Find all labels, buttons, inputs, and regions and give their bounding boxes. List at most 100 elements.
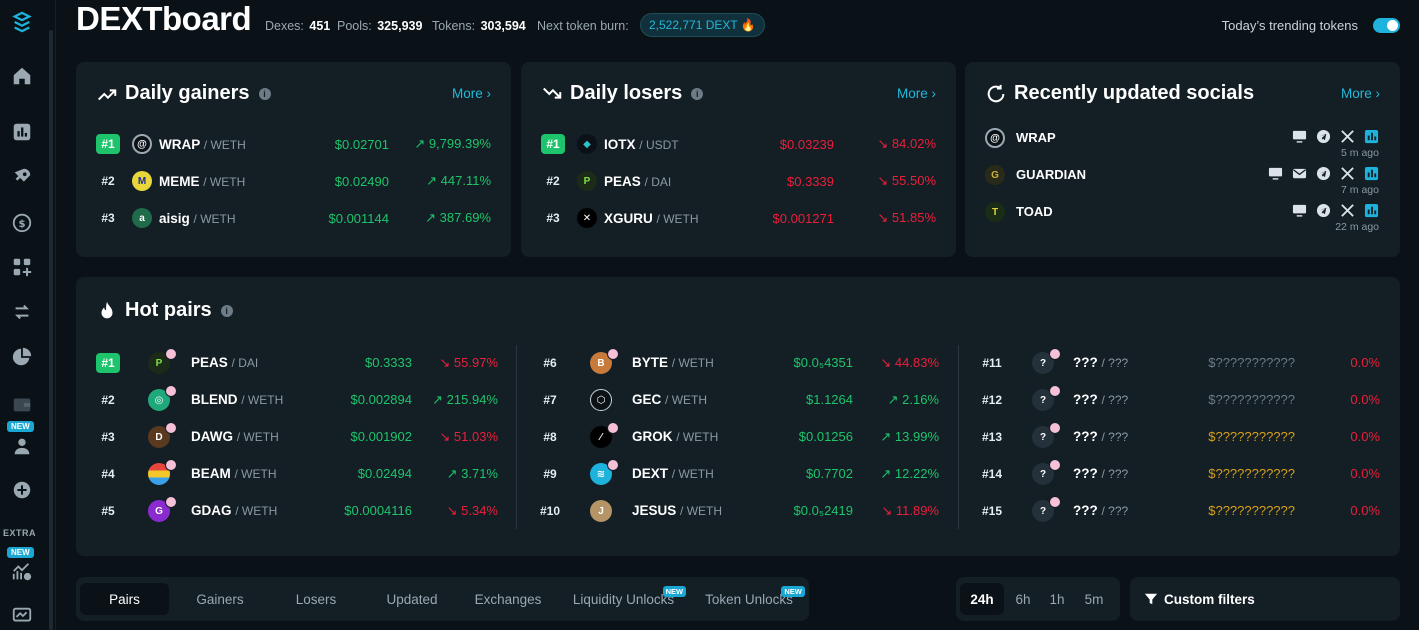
pie-chart-icon[interactable] <box>10 345 34 369</box>
loser-row[interactable]: #2 P PEAS / DAI $0.3339 ↘ 55.50% <box>541 169 936 193</box>
hot-pair-row[interactable]: #15 ? ??? / ??? $??????????? 0.0% <box>980 496 1380 523</box>
gainers-more-link[interactable]: More › <box>452 86 491 101</box>
hot-pair-row[interactable]: #1 P PEAS / DAI $0.3333 ↘ 55.97% <box>96 348 498 375</box>
telegram-icon[interactable] <box>1315 165 1331 181</box>
burn-pill[interactable]: 2,522,771 DEXT 🔥 <box>640 13 765 37</box>
hot-pair-row[interactable]: #7 ⬡ GEC / WETH $1.1264 ↗ 2.16% <box>538 388 939 412</box>
hot-pair-row[interactable]: #3 D DAWG / WETH $0.001902 ↘ 51.03% <box>96 422 498 449</box>
token-name: aisig / WETH <box>159 210 236 226</box>
tab-token-unlocks[interactable]: Token Unlocks NEW <box>699 583 805 615</box>
loser-row[interactable]: #3 ✕ XGURU / WETH $0.001271 ↘ 51.85% <box>541 206 936 230</box>
dextools-chart-icon[interactable] <box>1363 128 1379 144</box>
info-icon[interactable]: i <box>691 87 704 100</box>
telegram-icon[interactable] <box>1315 128 1331 144</box>
iotx-token-icon: ◆ <box>577 134 597 154</box>
token-change: 0.0% <box>1350 466 1380 481</box>
dextools-chart-icon[interactable] <box>1363 165 1379 181</box>
dollar-timer-icon[interactable]: $ <box>10 210 34 234</box>
tab-pairs[interactable]: Pairs <box>80 583 169 615</box>
hot-pair-row[interactable]: #8 ⁄ GROK / WETH $0.01256 ↗ 13.99% <box>538 422 939 449</box>
token-change: ↘ 84.02% <box>877 136 936 151</box>
token-name: DAWG / WETH <box>191 429 279 444</box>
hot-pair-row[interactable]: #10 J JESUS / WETH $0.0₅2419 ↘ 11.89% <box>538 499 939 523</box>
tab-exchanges[interactable]: Exchanges <box>462 583 554 615</box>
hot-pair-row[interactable]: #14 ? ??? / ??? $??????????? 0.0% <box>980 459 1380 486</box>
hot-pair-row[interactable]: #4 BEAM / WETH $0.02494 ↗ 3.71% <box>96 459 498 486</box>
dextools-chart-icon[interactable] <box>1363 202 1379 218</box>
swap-icon[interactable] <box>10 300 34 324</box>
tab-gainers[interactable]: Gainers <box>176 583 264 615</box>
trending-toggle[interactable] <box>1373 18 1400 33</box>
gainer-row[interactable]: #2 M MEME / WETH $0.02490 ↗ 447.11% <box>96 169 491 193</box>
hot-pair-row[interactable]: #11 ? ??? / ??? $??????????? 0.0% <box>980 348 1380 375</box>
sidebar-scrollbar[interactable] <box>49 30 53 630</box>
rank-label: #3 <box>101 430 115 444</box>
hot-pairs-title: Hot pairs <box>125 299 212 321</box>
custom-filters-button[interactable]: Custom filters <box>1130 577 1400 621</box>
tab-losers[interactable]: Losers <box>272 583 360 615</box>
add-circle-icon[interactable] <box>10 478 34 502</box>
website-icon[interactable] <box>1291 128 1307 144</box>
token-change: ↗ 12.22% <box>880 466 939 481</box>
social-row[interactable]: G GUARDIAN 7 m ago <box>985 163 1379 196</box>
social-row[interactable]: T TOAD 22 m ago <box>985 200 1379 233</box>
hot-pair-row[interactable]: #6 B BYTE / WETH $0.0₅4351 ↘ 44.83% <box>538 348 939 375</box>
dextools-logo-icon[interactable] <box>10 10 34 34</box>
user-icon[interactable] <box>10 434 34 458</box>
wallet-icon[interactable] <box>10 392 34 416</box>
token-name: BLEND / WETH <box>191 392 284 407</box>
loser-row[interactable]: #1 ◆ IOTX / USDT $0.03239 ↘ 84.02% <box>541 132 936 156</box>
info-icon[interactable]: i <box>220 304 233 317</box>
token-price: $??????????? <box>1208 392 1295 407</box>
filter-icon <box>1144 593 1158 605</box>
hot-pair-row[interactable]: #13 ? ??? / ??? $??????????? 0.0% <box>980 422 1380 449</box>
wrap-token-icon: @ <box>985 128 1005 148</box>
gainer-row[interactable]: #3 a aisig / WETH $0.001144 ↗ 387.69% <box>96 206 491 230</box>
info-icon[interactable]: i <box>258 87 271 100</box>
email-icon[interactable] <box>1291 165 1307 181</box>
telegram-icon[interactable] <box>1315 202 1331 218</box>
timeframe-24h[interactable]: 24h <box>960 583 1004 615</box>
home-icon[interactable] <box>10 64 34 88</box>
website-icon[interactable] <box>1267 165 1283 181</box>
token-change: ↗ 215.94% <box>432 392 498 407</box>
hot-pair-row[interactable]: #5 G GDAG / WETH $0.0004116 ↘ 5.34% <box>96 496 498 523</box>
burn-stat-label: Next token burn: <box>537 19 629 33</box>
social-row[interactable]: @ WRAP 5 m ago <box>985 126 1379 159</box>
token-price: $0.02490 <box>334 173 389 189</box>
tab-updated[interactable]: Updated <box>368 583 456 615</box>
x-twitter-icon[interactable] <box>1339 128 1355 144</box>
trending-down-icon <box>543 87 562 99</box>
website-icon[interactable] <box>1291 202 1307 218</box>
token-price: $0.0₅4351 <box>793 355 853 370</box>
apps-add-icon[interactable] <box>10 255 34 279</box>
token-change: ↘ 51.85% <box>877 210 936 225</box>
chart-icon[interactable] <box>10 120 34 144</box>
tab-liquidity-unlocks[interactable]: Liquidity Unlocks NEW <box>567 583 687 615</box>
hot-pair-row[interactable]: #2 ◎ BLEND / WETH $0.002894 ↗ 215.94% <box>96 385 498 412</box>
gainer-row[interactable]: #1 @ WRAP / WETH $0.02701 ↗ 9,799.39% <box>96 132 491 156</box>
token-change: ↘ 51.03% <box>439 429 498 444</box>
monitor-chart-icon[interactable] <box>10 604 34 628</box>
hot-pair-row[interactable]: #12 ? ??? / ??? $??????????? 0.0% <box>980 385 1380 412</box>
token-change: 0.0% <box>1350 503 1380 518</box>
guardian-token-icon: G <box>985 165 1005 185</box>
pools-stat: Pools: 325,939 <box>337 19 423 33</box>
rocket-icon[interactable] <box>10 165 34 189</box>
socials-more-link[interactable]: More › <box>1341 86 1380 101</box>
x-twitter-icon[interactable] <box>1339 165 1355 181</box>
rank-label: #6 <box>543 356 557 370</box>
rank-label: #2 <box>101 174 115 188</box>
growth-chart-icon[interactable] <box>10 560 34 584</box>
losers-more-link[interactable]: More › <box>897 86 936 101</box>
token-change: ↗ 2.16% <box>887 392 939 407</box>
timeframe-1h[interactable]: 1h <box>1042 583 1072 615</box>
token-price: $??????????? <box>1208 429 1295 444</box>
rank-label: #9 <box>543 467 557 481</box>
x-twitter-icon[interactable] <box>1339 202 1355 218</box>
token-name: ??? / ??? <box>1073 355 1129 370</box>
wrap-token-icon: @ <box>132 134 152 154</box>
hot-pair-row[interactable]: #9 ≋ DEXT / WETH $0.7702 ↗ 12.22% <box>538 459 939 486</box>
timeframe-6h[interactable]: 6h <box>1008 583 1038 615</box>
timeframe-5m[interactable]: 5m <box>1076 583 1112 615</box>
